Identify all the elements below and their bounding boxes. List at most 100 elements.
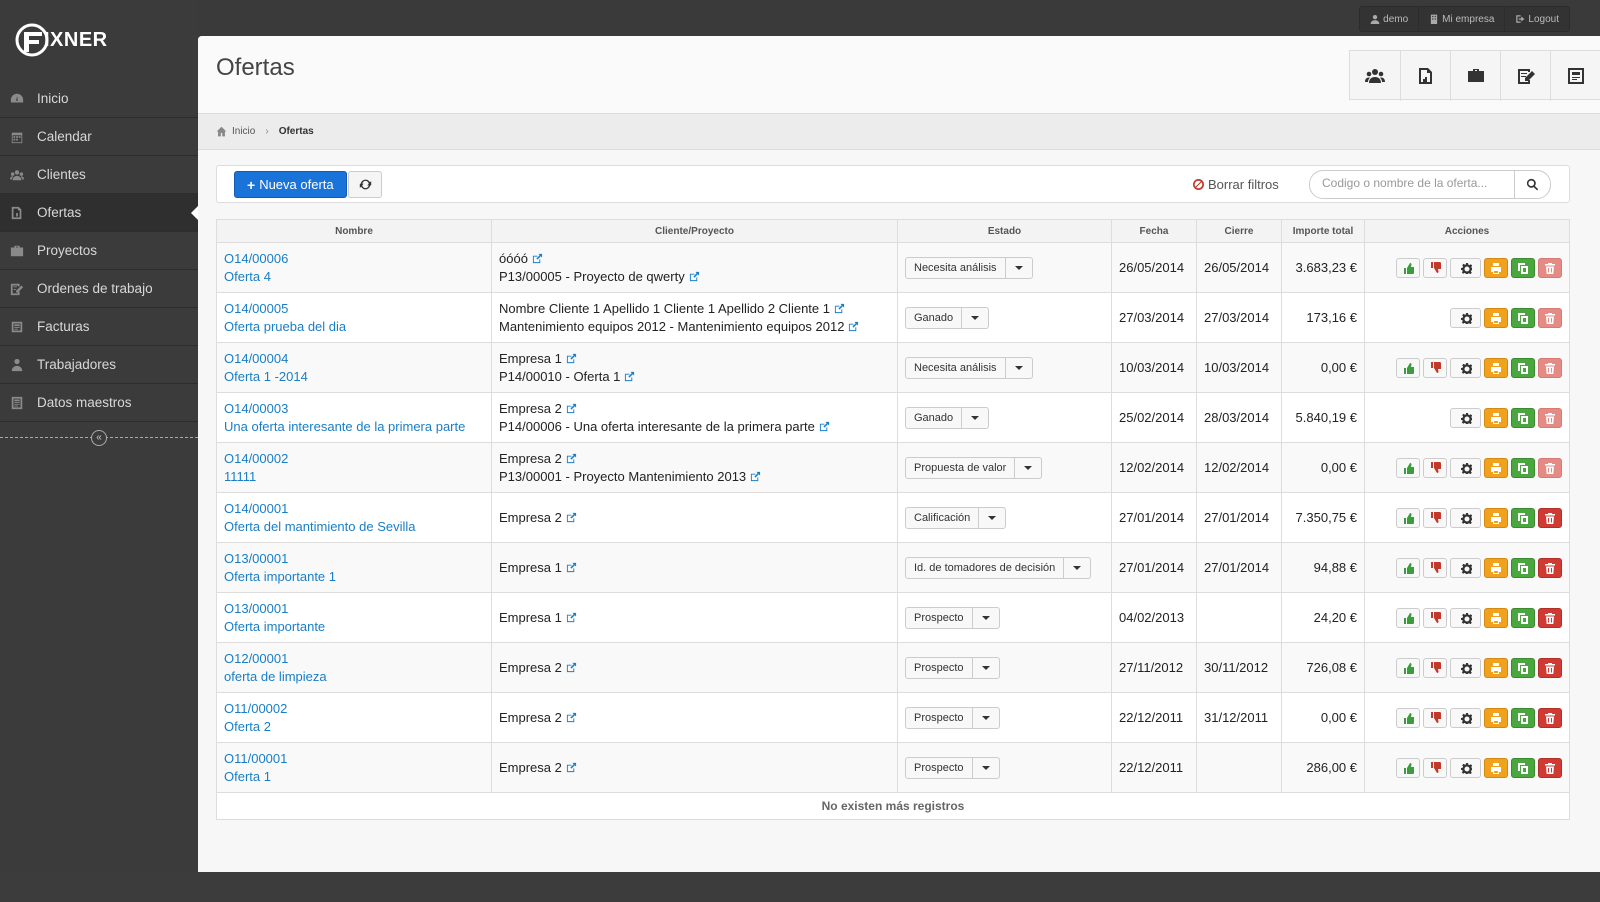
chevron-down-icon[interactable] [973,708,999,728]
offer-name-link[interactable]: Oferta del mantimiento de Sevilla [224,518,484,536]
mark-lost-button[interactable] [1423,707,1447,728]
print-button[interactable] [1484,407,1508,428]
delete-button[interactable] [1538,707,1562,728]
new-offer-button[interactable]: + Nueva oferta [234,171,347,198]
logout-link[interactable]: Logout [1504,7,1569,31]
external-link-icon[interactable] [834,301,845,313]
offer-code-link[interactable]: O13/00001 [224,600,484,618]
print-button[interactable] [1484,457,1508,478]
shortcut-projects[interactable] [1450,51,1500,101]
offer-name-link[interactable]: 11111 [224,468,484,486]
shortcut-work-orders[interactable] [1500,51,1550,101]
mark-lost-button[interactable] [1423,257,1447,278]
convert-button[interactable] [1450,557,1481,578]
offer-name-link[interactable]: Oferta 2 [224,718,484,736]
duplicate-button[interactable] [1511,457,1535,478]
column-header-status[interactable]: Estado [897,219,1112,243]
external-link-icon[interactable] [566,560,577,572]
print-button[interactable] [1484,557,1508,578]
offer-name-link[interactable]: Una oferta interesante de la primera par… [224,418,484,436]
external-link-icon[interactable] [532,251,543,263]
status-dropdown[interactable]: Id. de tomadores de decisión [905,556,1092,579]
external-link-icon[interactable] [750,469,761,481]
offer-code-link[interactable]: O11/00002 [224,700,484,718]
status-dropdown[interactable]: Calificación [905,506,1007,529]
shortcut-invoices[interactable] [1550,51,1600,101]
convert-button[interactable] [1450,757,1481,778]
delete-button[interactable] [1538,557,1562,578]
chevron-down-icon[interactable] [973,758,999,778]
shortcut-clients[interactable] [1350,51,1400,101]
mark-lost-button[interactable] [1423,657,1447,678]
offer-code-link[interactable]: O14/00002 [224,450,484,468]
chevron-down-icon[interactable] [962,308,988,328]
mark-won-button[interactable] [1396,757,1420,778]
chevron-down-icon[interactable] [1015,458,1041,478]
offer-code-link[interactable]: O14/00006 [224,250,484,268]
status-dropdown[interactable]: Ganado [905,406,990,429]
offer-code-link[interactable]: O12/00001 [224,650,484,668]
print-button[interactable] [1484,507,1508,528]
duplicate-button[interactable] [1511,407,1535,428]
offer-code-link[interactable]: O14/00004 [224,350,484,368]
offer-name-link[interactable]: Oferta 4 [224,268,484,286]
duplicate-button[interactable] [1511,507,1535,528]
offer-name-link[interactable]: Oferta importante [224,618,484,636]
column-header-date[interactable]: Fecha [1111,219,1197,243]
company-link[interactable]: Mi empresa [1418,7,1504,31]
duplicate-button[interactable] [1511,757,1535,778]
duplicate-button[interactable] [1511,607,1535,628]
sidebar-item-proyectos[interactable]: Proyectos [0,232,198,270]
external-link-icon[interactable] [624,369,635,381]
delete-button[interactable] [1538,357,1562,378]
print-button[interactable] [1484,357,1508,378]
convert-button[interactable] [1450,307,1481,328]
external-link-icon[interactable] [566,510,577,522]
search-input[interactable] [1322,176,1512,190]
external-link-icon[interactable] [848,319,859,331]
chevron-down-icon[interactable] [1006,358,1032,378]
delete-button[interactable] [1538,257,1562,278]
print-button[interactable] [1484,657,1508,678]
status-dropdown[interactable]: Prospecto [905,656,1000,679]
status-dropdown[interactable]: Necesita análisis [905,256,1033,279]
convert-button[interactable] [1450,507,1481,528]
convert-button[interactable] [1450,257,1481,278]
delete-button[interactable] [1538,607,1562,628]
offer-name-link[interactable]: Oferta 1 -2014 [224,368,484,386]
delete-button[interactable] [1538,307,1562,328]
convert-button[interactable] [1450,357,1481,378]
offer-name-link[interactable]: oferta de limpieza [224,668,484,686]
print-button[interactable] [1484,607,1508,628]
print-button[interactable] [1484,707,1508,728]
sidebar-item-ordenes-de-trabajo[interactable]: Ordenes de trabajo [0,270,198,308]
offer-code-link[interactable]: O14/00001 [224,500,484,518]
mark-won-button[interactable] [1396,257,1420,278]
mark-lost-button[interactable] [1423,507,1447,528]
column-header-close[interactable]: Cierre [1196,219,1282,243]
external-link-icon[interactable] [819,419,830,431]
duplicate-button[interactable] [1511,657,1535,678]
shortcut-offers[interactable] [1400,51,1450,101]
sidebar-item-ofertas[interactable]: Ofertas [0,194,198,232]
user-link[interactable]: demo [1360,7,1418,31]
offer-name-link[interactable]: Oferta prueba del dia [224,318,484,336]
clear-filters-link[interactable]: Borrar filtros [1193,177,1279,192]
delete-button[interactable] [1538,457,1562,478]
column-header-total[interactable]: Importe total [1281,219,1365,243]
delete-button[interactable] [1538,407,1562,428]
mark-lost-button[interactable] [1423,607,1447,628]
convert-button[interactable] [1450,407,1481,428]
chevron-down-icon[interactable] [973,658,999,678]
breadcrumb-home[interactable]: Inicio [232,126,255,137]
mark-won-button[interactable] [1396,657,1420,678]
print-button[interactable] [1484,257,1508,278]
external-link-icon[interactable] [689,269,700,281]
duplicate-button[interactable] [1511,257,1535,278]
status-dropdown[interactable]: Necesita análisis [905,356,1033,379]
column-header-client[interactable]: Cliente/Proyecto [491,219,898,243]
duplicate-button[interactable] [1511,557,1535,578]
mark-lost-button[interactable] [1423,457,1447,478]
refresh-button[interactable] [348,171,382,198]
duplicate-button[interactable] [1511,707,1535,728]
